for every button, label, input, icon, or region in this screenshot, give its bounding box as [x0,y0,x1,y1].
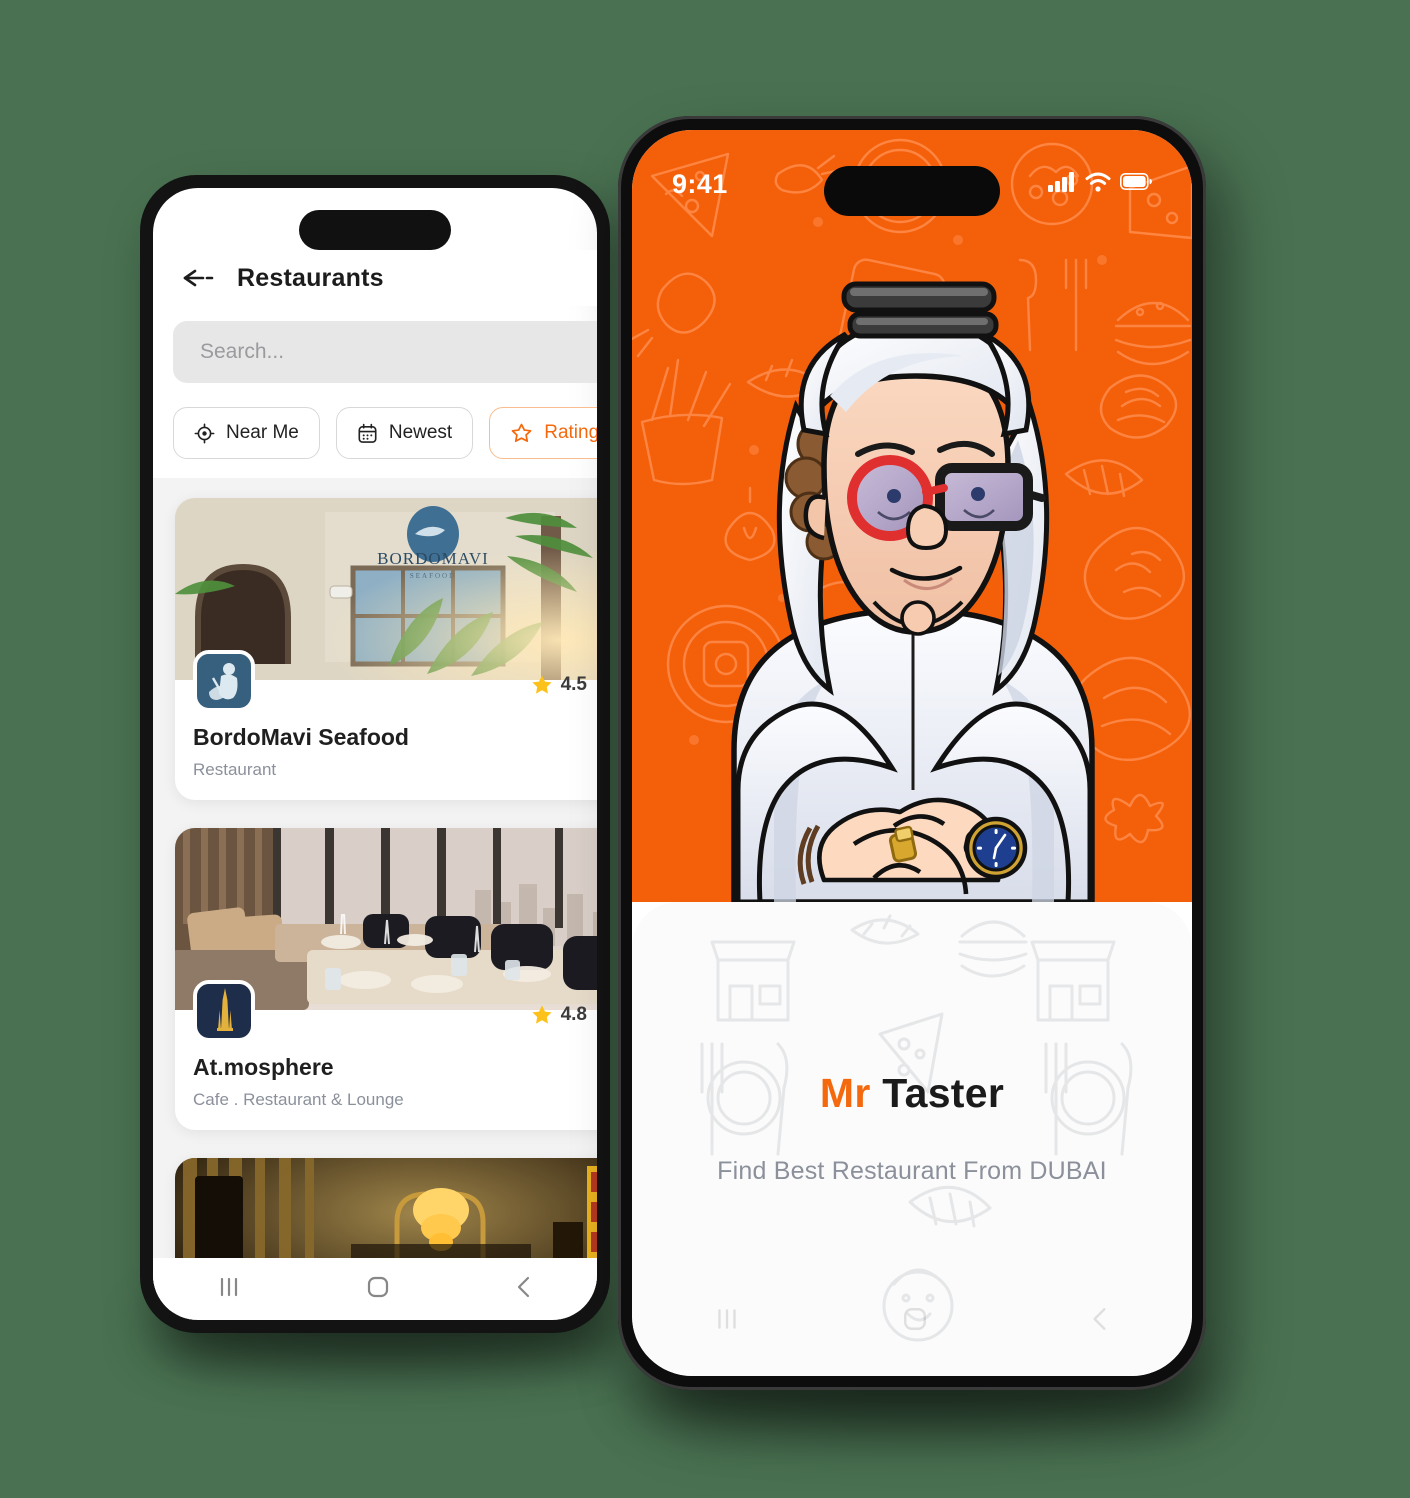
brand-second-word: Taster [882,1070,1005,1116]
restaurant-list[interactable]: BORDOMAVI SEAFOOD [153,478,597,1320]
back-chevron-icon[interactable] [513,1275,535,1304]
cellular-signal-icon [1048,171,1076,197]
wifi-icon [1085,172,1111,197]
screenshot-stage: Restaurants Search... Near Me Newest Rat… [0,0,1410,1498]
filter-chip-near-me[interactable]: Near Me [173,407,320,459]
home-icon[interactable] [366,1275,390,1304]
dynamic-island [824,166,1000,216]
android-nav-bar [153,1258,597,1320]
status-time: 9:41 [672,168,728,199]
rating-badge: 4.8 [530,1003,587,1027]
rating-value: 4.5 [560,674,587,695]
ios-screen: 9:41 Mr Taster Find Best Restaurant From… [632,130,1192,1376]
search-input[interactable]: Search... [173,321,597,383]
android-phone-back: Restaurants Search... Near Me Newest Rat… [140,175,610,1333]
search-placeholder: Search... [200,340,285,363]
target-location-icon [194,423,215,444]
status-icons [1048,171,1152,197]
restaurant-name: At.mosphere [193,1054,334,1080]
rating-value: 4.8 [560,1004,587,1025]
restaurant-category: Cafe . Restaurant & Lounge [193,1090,404,1109]
android-notch [299,210,451,250]
list-item[interactable]: At.mosphere Cafe . Restaurant & Lounge 4… [175,828,597,1130]
ios-phone-front: 9:41 Mr Taster Find Best Restaurant From… [618,116,1206,1390]
arrow-left-icon[interactable] [181,266,215,290]
android-screen: Restaurants Search... Near Me Newest Rat… [153,188,597,1320]
brand-first-word: Mr [819,1070,871,1116]
restaurant-category: Restaurant [193,760,277,779]
star-outline-icon [510,422,533,445]
filter-chip-rating[interactable]: Rating [489,407,597,459]
recents-icon[interactable] [712,1307,742,1336]
list-item[interactable]: BORDOMAVI SEAFOOD [175,498,597,800]
home-icon[interactable] [902,1306,928,1337]
battery-icon [1120,173,1152,195]
recents-icon[interactable] [215,1276,243,1303]
android-nav-bar-overlay [632,1292,1192,1350]
rating-badge: 4.5 [530,673,587,697]
filter-chip-row: Near Me Newest Rating [173,407,597,459]
splash-card: Mr Taster Find Best Restaurant From DUBA… [632,902,1192,1376]
burj-khalifa-logo [193,980,255,1042]
filter-chip-newest[interactable]: Newest [335,407,474,459]
restaurants-header: Restaurants [153,250,597,306]
mr-taster-character-illustration [731,281,1095,902]
back-chevron-icon[interactable] [1088,1306,1112,1337]
page-title: Restaurants [237,263,384,292]
restaurant-name: BordoMavi Seafood [193,724,409,750]
star-filled-icon [531,675,552,694]
calendar-icon [357,423,378,444]
star-filled-icon [531,1005,552,1024]
app-tagline: Find Best Restaurant From DUBAI [717,1157,1107,1185]
bordomavi-fisherman-logo [193,650,255,712]
splash-hero: 9:41 [632,130,1192,902]
filter-chip-label: Rating [544,422,597,443]
filter-chip-label: Near Me [226,422,299,443]
filter-chip-label: Newest [388,422,453,443]
app-brand-title: Mr Taster [632,1070,1192,1117]
